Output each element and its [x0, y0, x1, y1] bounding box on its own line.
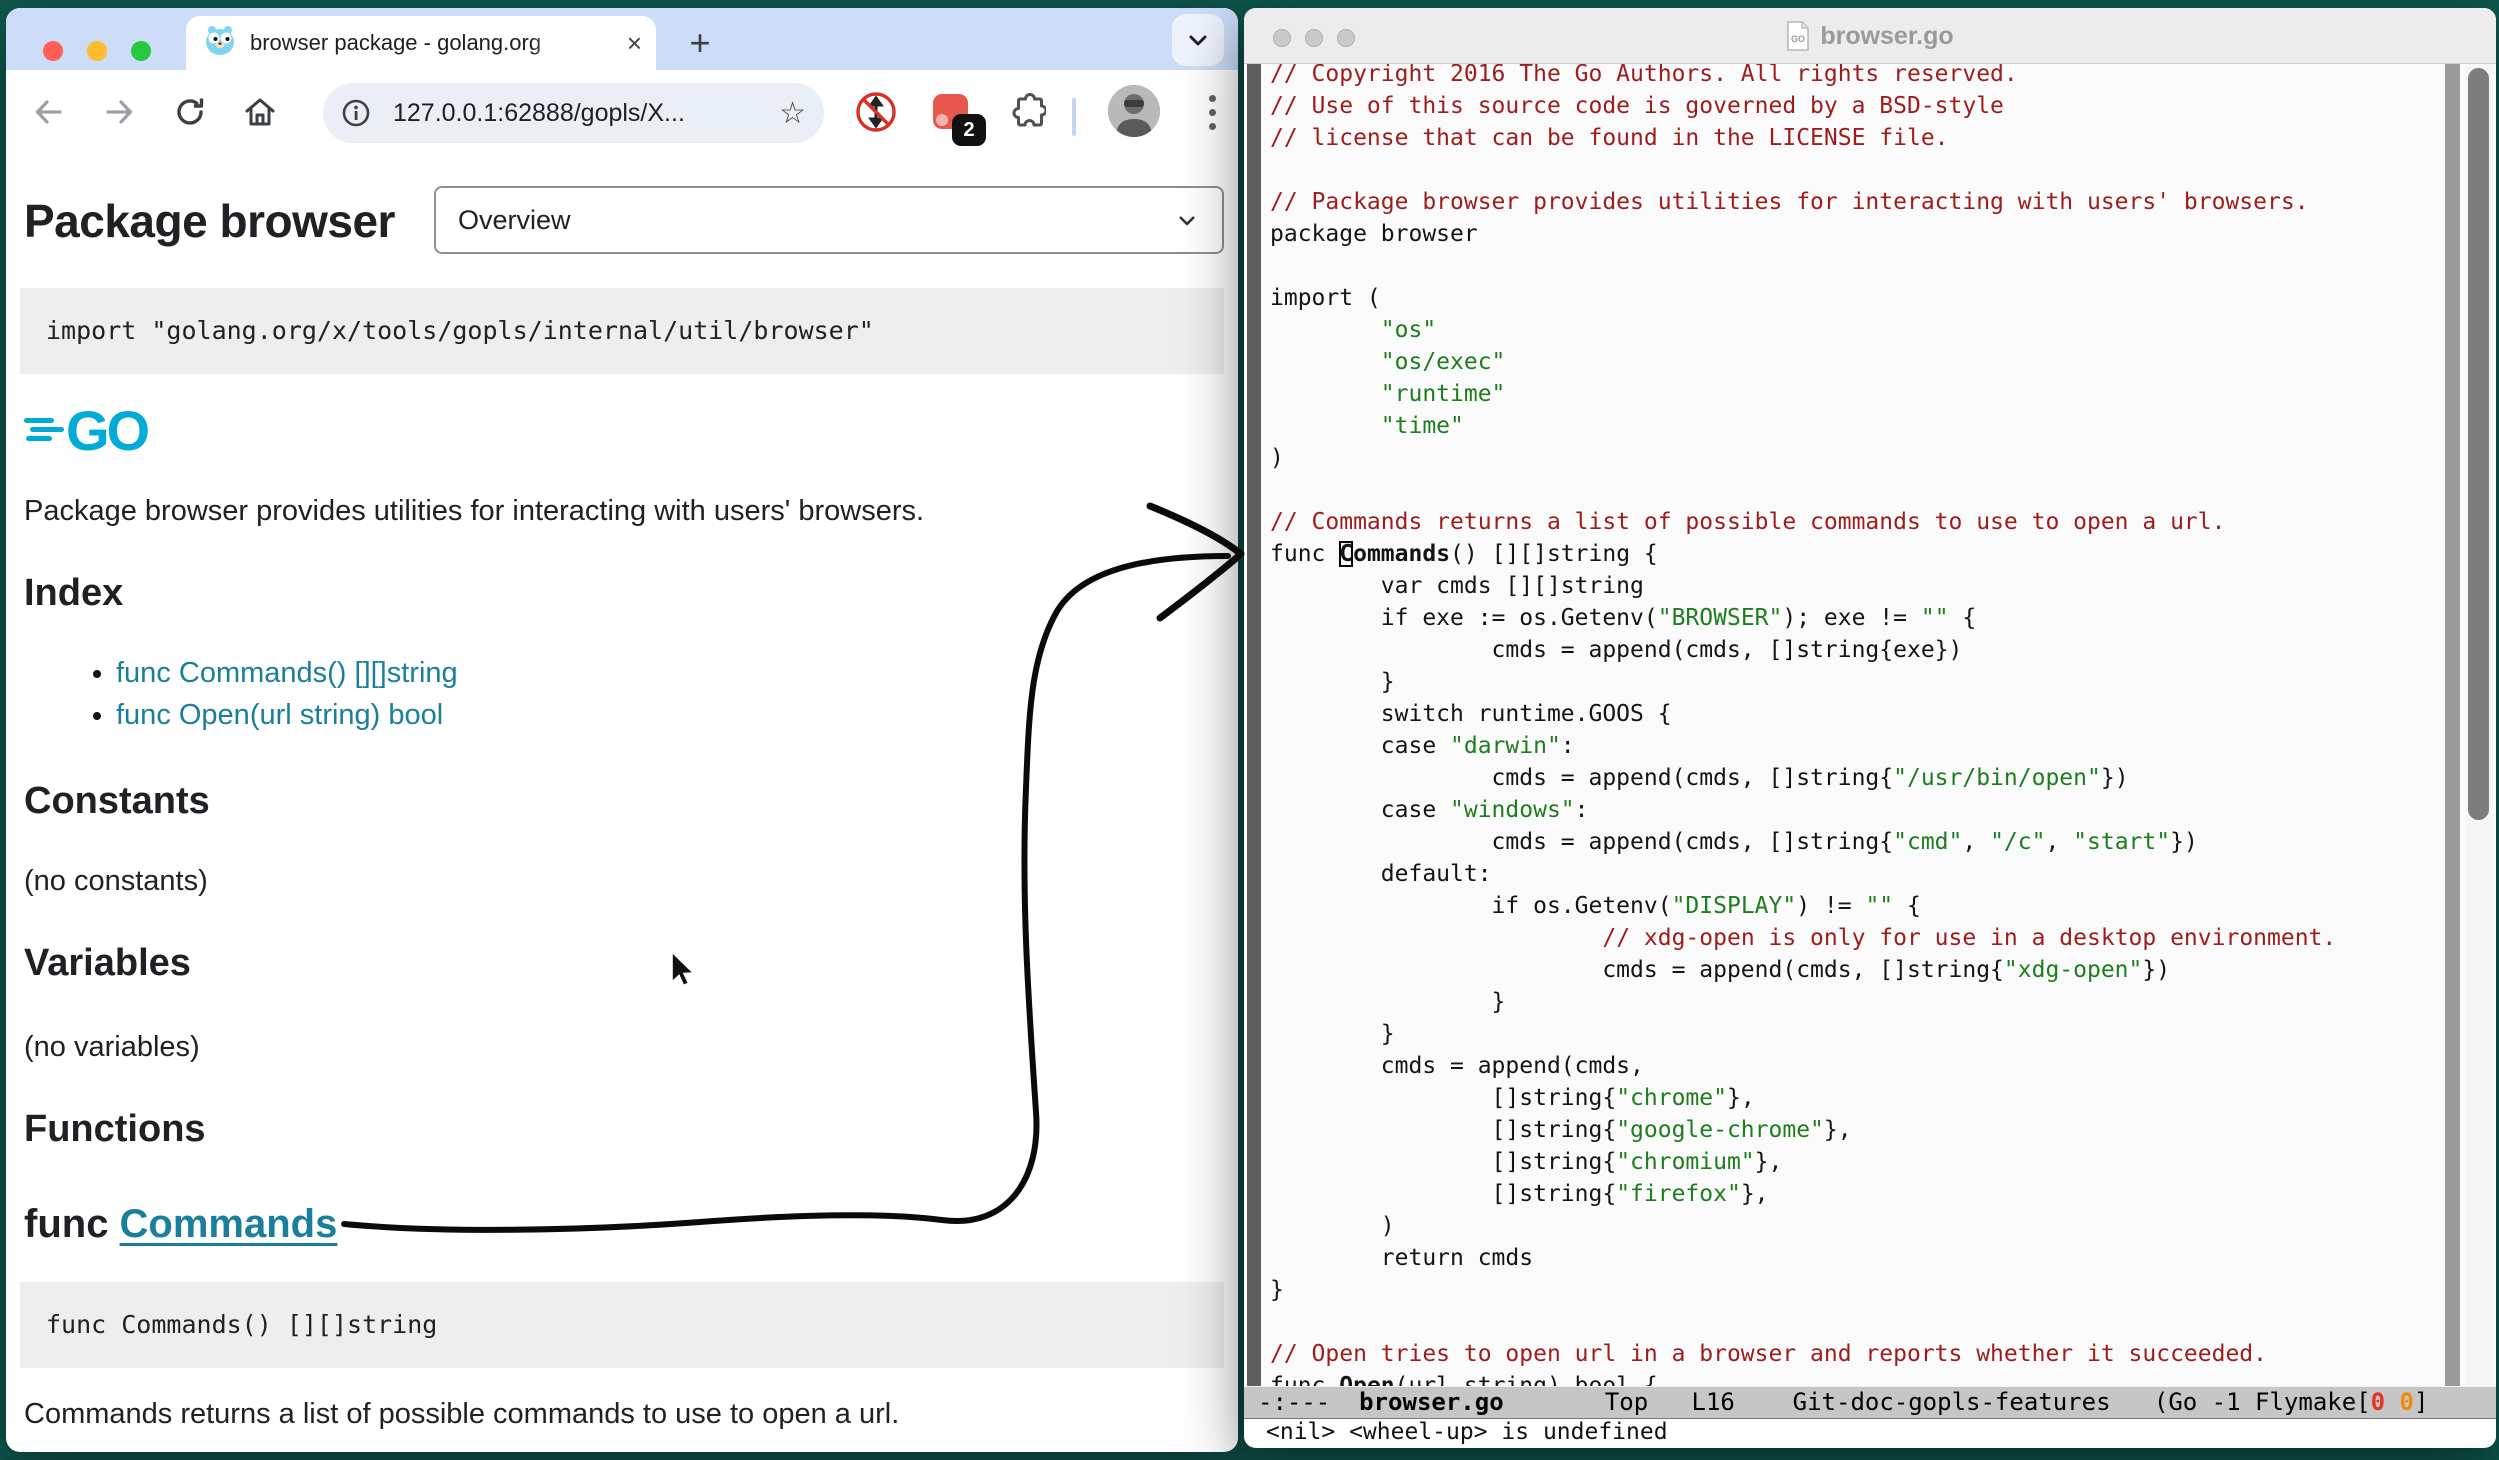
- back-arrow-icon: [31, 95, 65, 129]
- home-button[interactable]: [230, 82, 290, 142]
- func-keyword: func: [24, 1202, 120, 1246]
- index-heading: Index: [24, 566, 1224, 620]
- reload-button[interactable]: [160, 82, 220, 142]
- editor-title-bar[interactable]: GO browser.go: [1244, 8, 2496, 64]
- package-intro: Package browser provides utilities for i…: [24, 492, 1224, 530]
- functions-heading: Functions: [24, 1102, 1224, 1156]
- home-icon: [242, 94, 278, 130]
- back-button[interactable]: [18, 82, 78, 142]
- document-icon: GO: [1786, 21, 1810, 51]
- reload-icon: [173, 95, 207, 129]
- overview-select[interactable]: Overview: [434, 186, 1224, 254]
- doc-page: Overview Package browser import "golang.…: [6, 156, 1238, 1452]
- scrollbar-track[interactable]: [2465, 64, 2493, 1386]
- minimize-window-button[interactable]: [87, 41, 107, 61]
- import-code-block: import "golang.org/x/tools/gopls/interna…: [20, 288, 1224, 374]
- editor-left-fringe: [1244, 64, 1261, 1386]
- func-doc: Commands returns a list of possible comm…: [24, 1396, 1224, 1432]
- puzzle-icon: [1006, 92, 1046, 132]
- address-bar[interactable]: 127.0.0.1:62888/gopls/X... ☆: [323, 83, 824, 143]
- go-gopher-favicon: [204, 25, 236, 62]
- mode-line: -:--- browser.go Top L16 Git-doc-gopls-f…: [1244, 1386, 2496, 1419]
- go-logo: GO: [24, 396, 1224, 458]
- constants-body: (no constants): [24, 862, 1224, 900]
- echo-area: <nil> <wheel-up> is undefined: [1244, 1419, 2496, 1447]
- editor-right-divider: [2445, 64, 2460, 1386]
- new-tab-button[interactable]: +: [678, 21, 722, 65]
- variables-body: (no variables): [24, 1028, 1224, 1066]
- extension-red-icon[interactable]: 2: [926, 88, 974, 136]
- overview-select-value: Overview: [458, 205, 571, 236]
- site-info-icon[interactable]: [341, 98, 371, 128]
- index-link-commands[interactable]: func Commands() [][]string: [116, 657, 458, 689]
- zoom-window-button[interactable]: [131, 41, 151, 61]
- extension-badge: 2: [952, 114, 986, 146]
- forward-button[interactable]: [90, 82, 150, 142]
- list-item: func Commands() [][]string: [116, 652, 1224, 694]
- tab-search-chevron-button[interactable]: [1172, 14, 1224, 66]
- forward-arrow-icon: [103, 95, 137, 129]
- tab-close-icon[interactable]: ×: [627, 30, 642, 56]
- toolbar-separator: [1072, 98, 1076, 136]
- index-list: func Commands() [][]string func Open(url…: [20, 652, 1224, 736]
- url-text[interactable]: 127.0.0.1:62888/gopls/X...: [393, 99, 685, 128]
- scrollbar-thumb[interactable]: [2468, 68, 2489, 820]
- variables-heading: Variables: [24, 936, 1224, 990]
- browser-tab[interactable]: browser package - golang.org ×: [186, 16, 656, 70]
- list-item: func Open(url string) bool: [116, 694, 1224, 736]
- func-commands-heading: func Commands: [24, 1200, 1224, 1248]
- code-buffer[interactable]: // Copyright 2016 The Go Authors. All ri…: [1270, 64, 2440, 1386]
- browser-toolbar: 127.0.0.1:62888/gopls/X... ☆ 2: [6, 70, 1238, 156]
- extension-scroll-blocker-icon[interactable]: [852, 88, 900, 136]
- commands-link[interactable]: Commands: [120, 1202, 338, 1246]
- tab-title: browser package - golang.org: [250, 30, 580, 56]
- person-photo-icon: [1108, 85, 1160, 137]
- func-signature-block: func Commands() [][]string: [20, 1282, 1224, 1368]
- extensions-puzzle-button[interactable]: [1002, 88, 1050, 136]
- editor-body: // Copyright 2016 The Go Authors. All ri…: [1244, 64, 2496, 1386]
- code-area[interactable]: // Copyright 2016 The Go Authors. All ri…: [1261, 64, 2440, 1386]
- svg-text:GO: GO: [66, 399, 149, 458]
- tab-strip: browser package - golang.org × +: [6, 8, 1238, 70]
- select-chevron-icon: [1174, 207, 1200, 233]
- bookmark-star-icon[interactable]: ☆: [779, 96, 806, 131]
- svg-text:GO: GO: [1791, 34, 1805, 44]
- index-link-open[interactable]: func Open(url string) bool: [116, 699, 443, 731]
- chevron-down-icon: [1185, 27, 1211, 53]
- browser-window: browser package - golang.org × +: [6, 8, 1238, 1452]
- close-window-button[interactable]: [43, 41, 63, 61]
- desktop: browser package - golang.org × +: [0, 0, 2499, 1460]
- editor-window: GO browser.go // Copyright 2016 The Go A…: [1244, 8, 2496, 1448]
- profile-avatar[interactable]: [1108, 85, 1160, 137]
- editor-window-title: browser.go: [1820, 22, 1953, 51]
- constants-heading: Constants: [24, 774, 1224, 828]
- browser-menu-button[interactable]: [1192, 88, 1232, 136]
